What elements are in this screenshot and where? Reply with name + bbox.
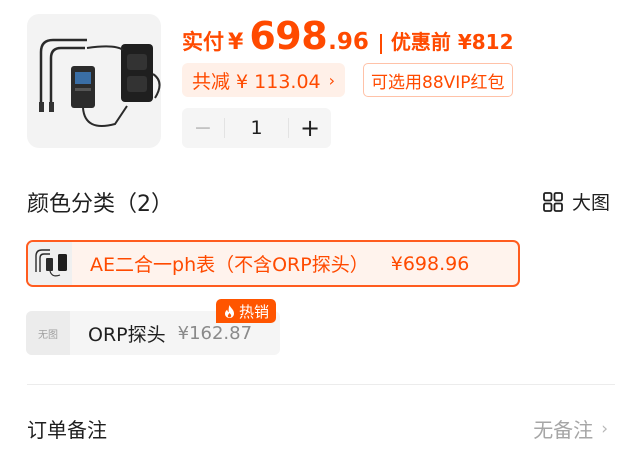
- order-note-button[interactable]: 无备注 ›: [533, 414, 608, 443]
- price-before-discount: 优惠前 ¥812: [390, 30, 514, 54]
- ph-meter-controller-image-icon: [39, 38, 161, 127]
- variant-option-selected[interactable]: AE二合一ph表（不含ORP探头） ¥698.96: [26, 240, 520, 287]
- quantity-stepper: − 1 +: [182, 108, 331, 148]
- variant-name: AE二合一ph表（不含ORP探头）: [90, 254, 369, 276]
- flame-icon: [225, 304, 234, 318]
- big-view-label: 大图: [571, 192, 610, 214]
- increment-button[interactable]: +: [289, 114, 331, 142]
- grid-icon: [543, 191, 563, 212]
- chevron-right-icon: ›: [328, 70, 336, 90]
- hot-sale-badge: 热销: [216, 299, 277, 323]
- order-note-value: 无备注: [533, 418, 594, 442]
- variant-thumbnail-placeholder: 无图: [26, 311, 70, 355]
- price-integer: 698: [249, 14, 328, 58]
- price-row: 实付 ¥ 698 .96 优惠前 ¥812: [182, 14, 514, 64]
- hot-sale-label: 热销: [239, 302, 270, 321]
- quantity-input[interactable]: 1: [224, 118, 289, 138]
- big-view-button[interactable]: 大图: [542, 188, 610, 215]
- section-divider: [27, 384, 615, 385]
- variant-product-icon: [35, 249, 67, 277]
- product-image[interactable]: [27, 14, 161, 148]
- price-label: 实付: [182, 30, 224, 54]
- price-decimal: .96: [328, 29, 369, 55]
- vip-redpacket-button[interactable]: 可选用88VIP红包: [363, 63, 513, 97]
- variant-thumbnail: [28, 242, 72, 285]
- variants-title: 颜色分类（2）: [27, 192, 173, 217]
- decrement-button[interactable]: −: [182, 116, 224, 141]
- discount-summary-button[interactable]: 共减 ¥ 113.04 ›: [182, 63, 346, 97]
- discount-text: 共减 ¥ 113.04: [192, 70, 321, 93]
- price-separator: [379, 34, 382, 54]
- order-note-label: 订单备注: [27, 418, 107, 442]
- variant-name: ORP探头: [88, 323, 166, 346]
- variant-price: ¥698.96: [390, 252, 470, 275]
- chevron-right-icon: ›: [601, 418, 608, 439]
- variant-price: ¥162.87: [177, 322, 253, 344]
- price-currency: ¥: [228, 30, 244, 55]
